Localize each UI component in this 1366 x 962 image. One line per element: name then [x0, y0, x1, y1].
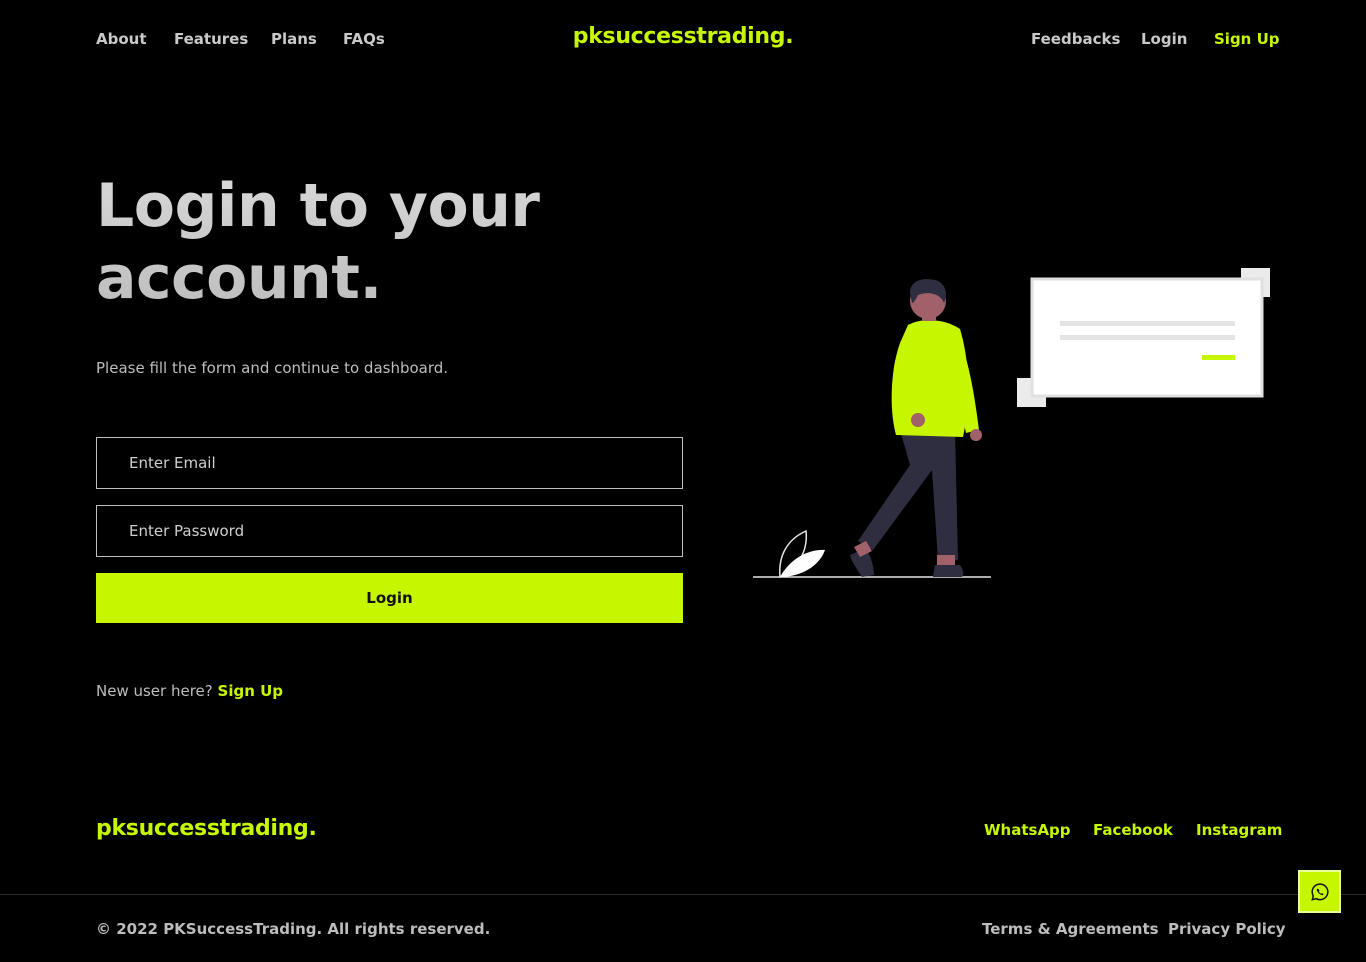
new-user-text: New user here?: [96, 682, 213, 700]
privacy-policy-link[interactable]: Privacy Policy: [1168, 920, 1286, 938]
page-subtitle: Please fill the form and continue to das…: [96, 359, 449, 377]
signup-link[interactable]: Sign Up: [218, 682, 284, 700]
whatsapp-float-button[interactable]: [1298, 870, 1341, 913]
page-title: Login to your account.: [96, 170, 656, 314]
person-figure: [850, 279, 982, 577]
footer-brand-logo[interactable]: pksuccesstrading.: [96, 816, 317, 841]
nav-faqs-link[interactable]: FAQs: [343, 30, 385, 48]
footer-whatsapp-link[interactable]: WhatsApp: [984, 821, 1071, 839]
login-illustration: [753, 268, 1270, 579]
nav-signup-link[interactable]: Sign Up: [1214, 30, 1280, 48]
nav-about-link[interactable]: About: [96, 30, 147, 48]
nav-feedbacks-link[interactable]: Feedbacks: [1031, 30, 1120, 48]
email-input[interactable]: [97, 438, 682, 488]
password-field-wrapper: [96, 505, 683, 557]
nav-features-link[interactable]: Features: [174, 30, 248, 48]
brand-logo[interactable]: pksuccesstrading.: [573, 24, 794, 49]
whatsapp-icon: [1310, 882, 1329, 901]
leaf-plant: [779, 529, 825, 579]
footer-facebook-link[interactable]: Facebook: [1093, 821, 1173, 839]
login-button[interactable]: Login: [96, 573, 683, 623]
email-field-wrapper: [96, 437, 683, 489]
footer-instagram-link[interactable]: Instagram: [1196, 821, 1282, 839]
copyright-text: © 2022 PKSuccessTrading. All rights rese…: [96, 920, 491, 938]
message-card: [1017, 268, 1270, 407]
new-user-prompt: New user here? Sign Up: [96, 682, 283, 700]
nav-login-link[interactable]: Login: [1141, 30, 1187, 48]
password-input[interactable]: [97, 506, 682, 556]
terms-link[interactable]: Terms & Agreements: [982, 920, 1159, 938]
nav-plans-link[interactable]: Plans: [271, 30, 317, 48]
footer-divider: [0, 894, 1366, 895]
top-nav: About Features Plans FAQs pksuccesstradi…: [0, 0, 1366, 80]
